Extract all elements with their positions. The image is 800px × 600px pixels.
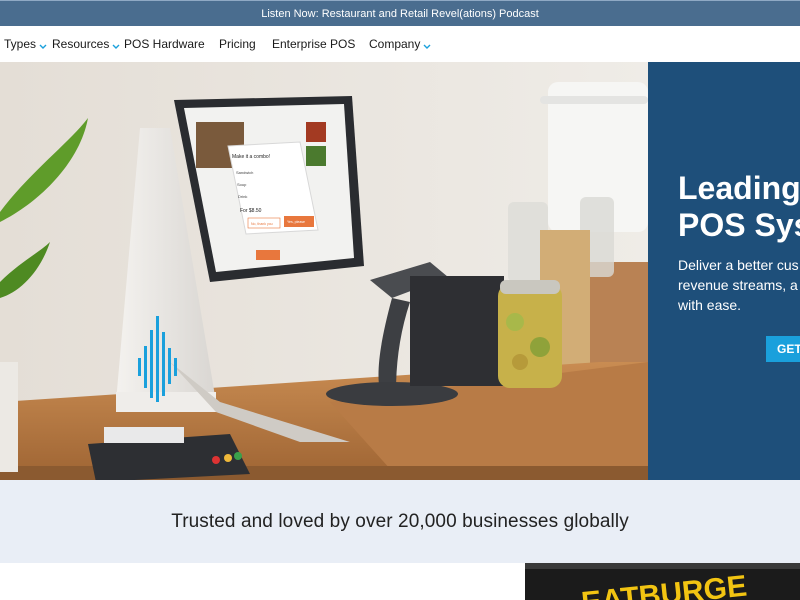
promo-image: EATBURGE [525,563,800,600]
nav-item-label: Types [4,37,37,51]
hero-image: Make it a combo! Sandwich Soup Drink For… [0,62,648,480]
nav-item-label: Company [369,37,421,51]
chevron-down-icon [112,44,120,49]
popup-option: Sandwich [236,170,253,175]
hero-title-line: Leading C [678,170,800,206]
nav-item-label: POS Hardware [124,37,205,51]
nav-item-company[interactable]: Company [369,26,432,62]
hero-subtitle-line: with ease. [678,297,742,313]
trust-heading: Trusted and loved by over 20,000 busines… [171,510,629,532]
hero-subtitle-line: revenue streams, a [678,277,798,293]
announcement-bar: Listen Now: Restaurant and Retail Revel(… [0,0,800,26]
podcast-link[interactable]: Listen Now: Restaurant and Retail Revel(… [261,8,539,20]
nav-item-enterprise-pos[interactable]: Enterprise POS [272,26,355,62]
popup-option: Drink [238,194,247,199]
hero-title: Leading C POS Sys [678,170,800,244]
hero-subtitle: Deliver a better cus revenue streams, a … [678,255,800,315]
nav-item-pricing[interactable]: Pricing [219,26,256,62]
hero-title-line: POS Sys [678,207,800,243]
popup-price: For $8.50 [240,208,262,214]
popup-title: Make it a combo! [232,154,270,160]
nav-item-label: Resources [52,37,110,51]
main-nav: Types Resources POS Hardware Pricing Ent… [0,26,800,62]
popup-option: Soup [237,182,247,187]
nav-item-resources[interactable]: Resources [52,26,121,62]
get-started-button[interactable]: GET [766,336,800,362]
hero-section: Make it a combo! Sandwich Soup Drink For… [0,62,800,480]
content-section: EATBURGE [0,563,800,600]
chevron-down-icon [423,44,431,49]
trust-banner: Trusted and loved by over 20,000 busines… [0,480,800,563]
nav-item-label: Pricing [219,37,256,51]
popup-decline: No, thank you [251,222,273,226]
popup-accept: Yes, please [287,220,305,224]
nav-item-pos-hardware[interactable]: POS Hardware [124,26,205,62]
hero-subtitle-line: Deliver a better cus [678,257,799,273]
nav-item-types[interactable]: Types [4,26,48,62]
chevron-down-icon [39,44,47,49]
nav-item-label: Enterprise POS [272,37,356,51]
